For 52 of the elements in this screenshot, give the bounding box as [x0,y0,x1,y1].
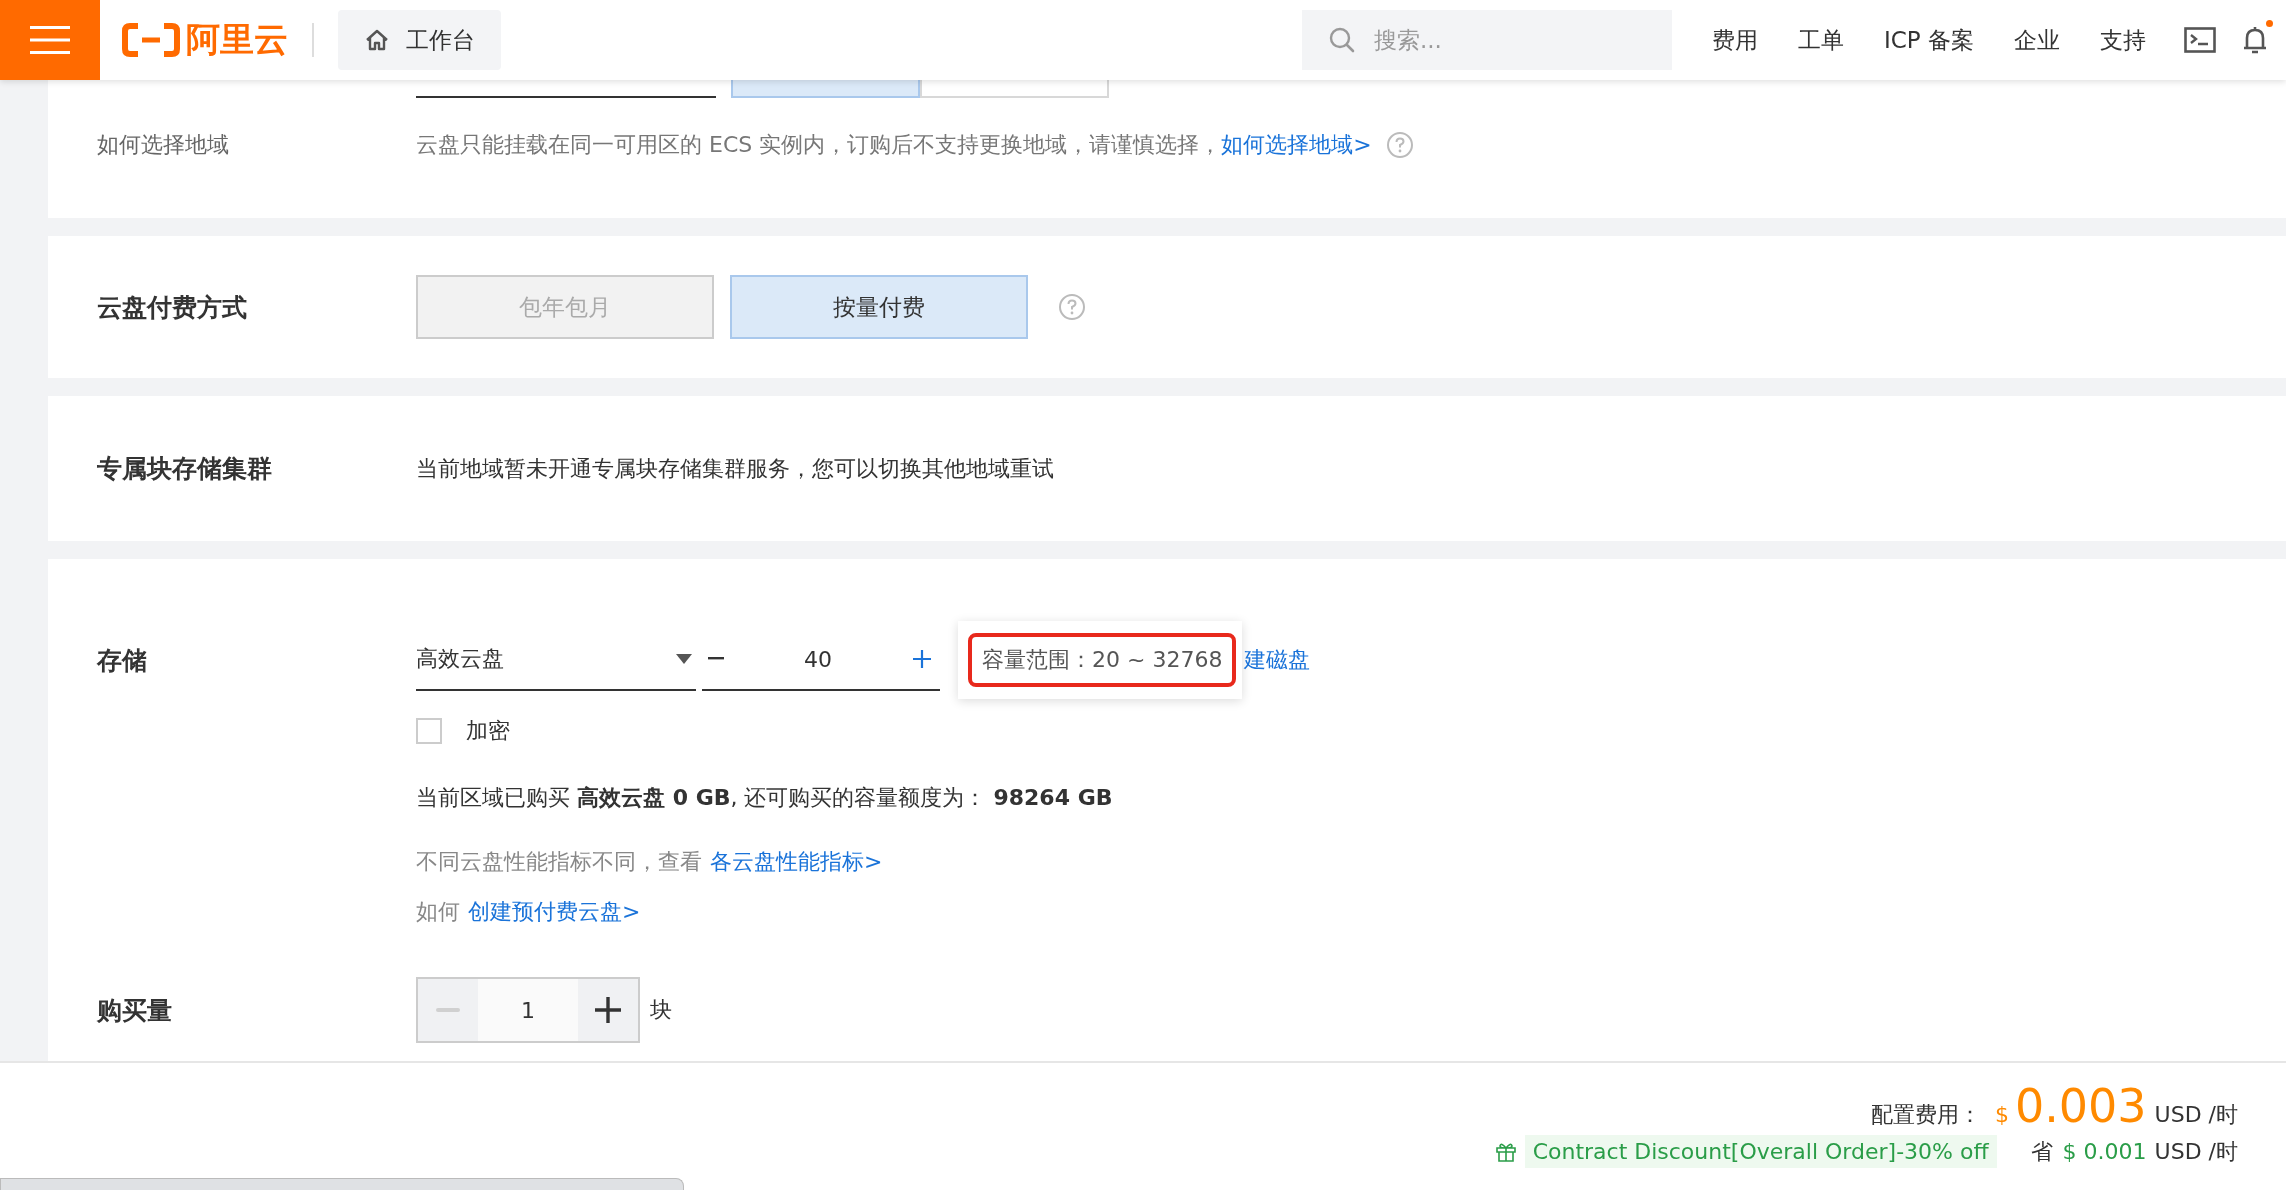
prepaid-link[interactable]: 创建预付费云盘> [468,899,641,924]
nav-link[interactable]: 费用 [1711,24,1758,56]
minus-icon [436,1008,460,1012]
terminal-icon[interactable] [2184,27,2216,53]
encrypt-checkbox[interactable] [416,718,442,744]
cost-value: 0.003 [2014,1079,2147,1133]
caret-icon [676,654,692,664]
billing-option[interactable]: 按量付费 [730,275,1028,339]
save-amount: $ 0.001 [2062,1139,2147,1164]
minus-icon[interactable] [708,657,724,661]
nav-link[interactable]: 支持 [2100,24,2146,56]
plus-icon [594,996,622,1024]
increment-button[interactable] [578,979,638,1041]
home-icon [364,28,390,52]
cost-unit: USD /时 [2154,1101,2238,1129]
bell-icon[interactable] [2242,24,2268,56]
range-text: 容量范围：20 ~ 32768 [968,633,1237,687]
nav-link[interactable]: 工单 [1797,24,1844,56]
plus-icon[interactable] [912,649,932,669]
workbench-tab[interactable]: 工作台 [338,10,501,70]
nav-link[interactable]: 企业 [2014,24,2060,56]
section-label: 专属块存储集群 [97,453,273,485]
menu-icon [30,25,70,55]
logo-text: 阿里云 [186,18,288,61]
help-icon[interactable] [1058,293,1086,321]
performance-link[interactable]: 各云盘性能指标> [710,849,883,874]
save-label: 省 [2030,1137,2053,1166]
quota-text: 当前区域已购买 高效云盘 0 GB, 还可购买的容量额度为： 98264 GB [416,785,1113,810]
region-note: 云盘只能挂载在同一可用区的 ECS 实例内，订购后不支持更换地域，请谨慎选择， [416,131,1222,159]
checkbox-label: 加密 [466,717,510,745]
section-label: 云盘付费方式 [97,291,248,324]
nav-link[interactable]: ICP 备案 [1883,24,1974,56]
section-label: 存储 [97,644,148,677]
cost-label: 配置费用： [1870,1101,1981,1129]
discount-tag: Contract Discount[Overall Order]-30% off [1524,1135,1997,1168]
performance-note: 不同云盘性能指标不同，查看 [416,849,702,874]
search-icon [1327,26,1356,54]
size-stepper[interactable]: 40 [702,629,940,691]
create-disk-link[interactable]: 建磁盘 [1244,645,1311,675]
section-label: 如何选择地域 [97,131,230,159]
search-field[interactable]: 搜索... [1301,10,1672,70]
unit-label: 块 [650,996,672,1024]
logo-icon [122,23,180,57]
region-help-link[interactable]: 如何选择地域> [1221,130,1372,160]
cluster-note: 当前地域暂未开通专属块存储集群服务，您可以切换其他地域重试 [416,454,1054,483]
menu-button[interactable] [0,0,100,80]
currency-sign: $ [1994,1102,2009,1127]
prepaid-note: 如何 [416,899,460,924]
section-label: 购买量 [97,994,173,1027]
help-icon[interactable] [1385,131,1414,159]
save-unit: USD /时 [2154,1137,2238,1166]
disk-type-dropdown[interactable]: 高效云盘 [416,629,696,691]
